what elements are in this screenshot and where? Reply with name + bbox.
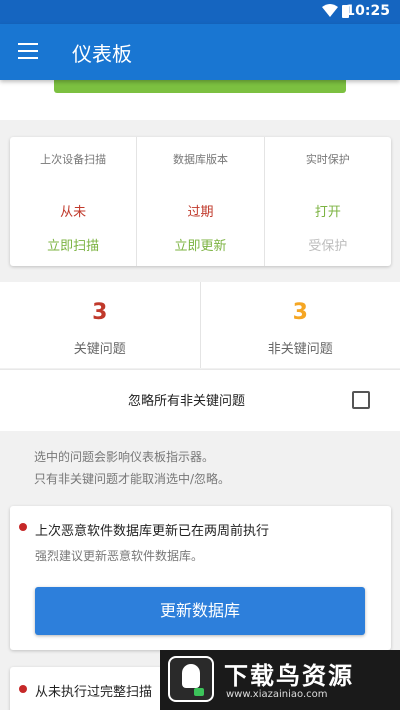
last-scan-heading: 上次设备扫描 [40,153,107,166]
status-bar: 10:25 [0,0,400,24]
critical-label: 关键问题 [73,342,126,357]
wifi-icon [322,4,338,17]
issue-card-db-outdated: 上次恶意软件数据库更新已在两周前执行 强烈建议更新恶意软件数据库。 更新数据库 [10,506,391,650]
watermark-brand: 下载鸟资源 [224,662,354,690]
watermark-logo-icon [168,656,214,702]
db-version-value: 过期 [187,205,214,220]
app-bar: 仪表板 [0,24,400,80]
info-note-1: 选中的问题会影响仪表板指示器。 [34,450,215,464]
watermark: 下载鸟资源 www.xiazainiao.com [160,650,400,710]
last-scan-value: 从未 [60,205,87,220]
issue-counts: 3 关键问题 3 非关键问题 [0,282,400,368]
db-version-heading: 数据库版本 [172,153,228,166]
noncritical-issues[interactable]: 3 非关键问题 [199,282,400,368]
noncritical-count: 3 [292,300,308,325]
scan-now-link[interactable]: 立即扫描 [10,235,136,254]
ignore-noncritical-checkbox[interactable] [352,391,370,409]
status-card: 上次设备扫描 从未 立即扫描 数据库版本 过期 立即更新 实时保护 打开 受保护 [10,137,391,266]
page-title: 仪表板 [72,42,132,66]
status-time: 10:25 [345,3,390,19]
realtime-protection-column: 实时保护 打开 受保护 [263,137,391,266]
menu-icon[interactable] [18,43,38,59]
critical-dot-icon [19,685,27,693]
update-database-button[interactable]: 更新数据库 [35,587,365,635]
critical-dot-icon [19,523,27,531]
noncritical-label: 非关键问题 [267,342,333,357]
db-version-column: 数据库版本 过期 立即更新 [136,137,263,266]
protected-label: 受保护 [308,239,348,254]
critical-issues[interactable]: 3 关键问题 [0,282,200,368]
realtime-protection-value: 打开 [314,205,341,220]
issue-title: 上次恶意软件数据库更新已在两周前执行 [35,524,270,539]
ignore-noncritical-label: 忽略所有非关键问题 [128,394,246,409]
last-scan-column: 上次设备扫描 从未 立即扫描 [10,137,136,266]
update-now-link[interactable]: 立即更新 [137,235,263,254]
watermark-url: www.xiazainiao.com [226,689,328,700]
info-note-2: 只有非关键问题才能取消选中/忽略。 [34,472,231,486]
realtime-protection-heading: 实时保护 [305,153,350,166]
critical-count: 3 [92,300,108,325]
issue-description: 强烈建议更新恶意软件数据库。 [35,549,204,563]
issue-title: 从未执行过完整扫描 [35,685,153,700]
ignore-noncritical-row[interactable]: 忽略所有非关键问题 [0,369,400,431]
scan-button-partial[interactable] [54,80,346,93]
